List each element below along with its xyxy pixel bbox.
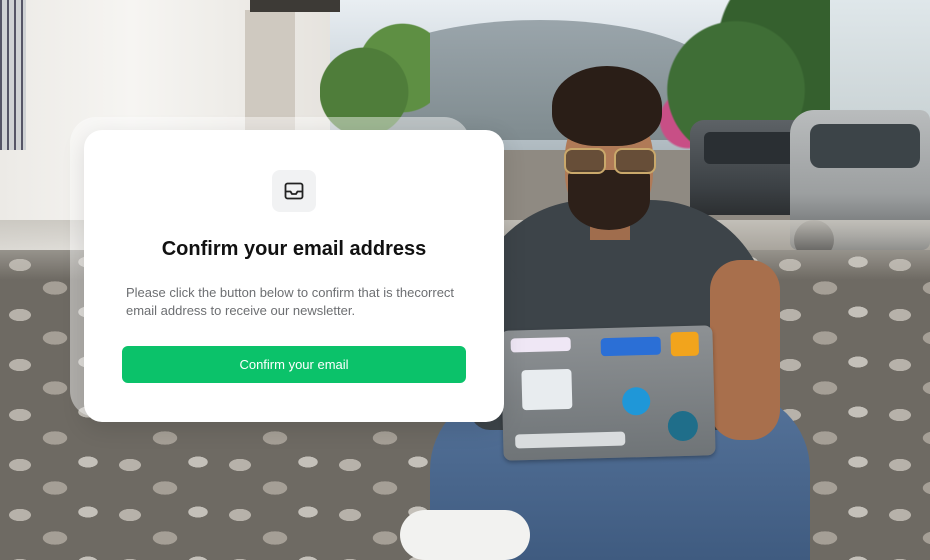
laptop-with-stickers <box>500 325 716 461</box>
window-bars <box>0 0 26 150</box>
beard <box>568 170 650 230</box>
modal-title: Confirm your email address <box>161 238 427 260</box>
confirm-email-modal: Confirm your email address Please click … <box>84 130 504 422</box>
sunglasses <box>564 148 656 174</box>
modal-description: Please click the button below to confirm… <box>126 285 455 318</box>
roof-edge <box>250 0 340 12</box>
hair <box>552 66 662 146</box>
confirm-email-button[interactable]: Confirm your email <box>122 346 466 383</box>
shoe <box>400 510 530 560</box>
inbox-icon <box>272 170 316 212</box>
